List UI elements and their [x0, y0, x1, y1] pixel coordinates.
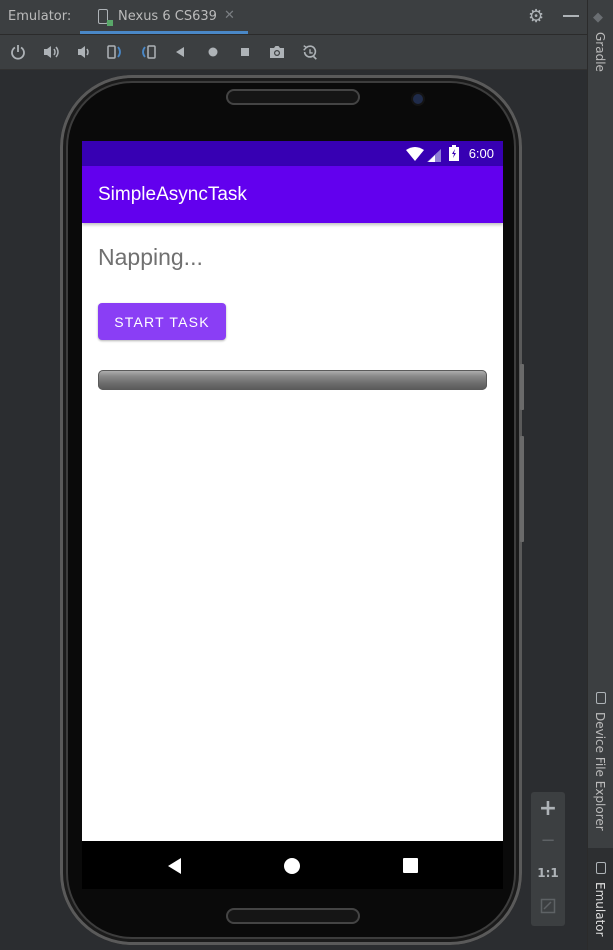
zoom-out-button[interactable]: − — [531, 830, 565, 851]
emulator-tab-bar: Emulator: Nexus 6 CS639 ✕ ⚙ — [0, 0, 587, 35]
emulator-side-tab[interactable]: Emulator — [588, 848, 613, 950]
progress-bar — [98, 370, 487, 390]
nav-recents-icon[interactable] — [403, 858, 418, 873]
task-status-text: Napping... — [98, 244, 203, 270]
tab-title: Nexus 6 CS639 — [118, 9, 217, 24]
volume-up-icon[interactable] — [42, 43, 60, 61]
zoom-controls: + − 1:1 — [531, 792, 565, 926]
status-bar: 6:00 — [82, 141, 503, 166]
status-time: 6:00 — [468, 146, 494, 161]
bottom-speaker — [226, 908, 360, 924]
app-title: SimpleAsyncTask — [98, 184, 247, 205]
emulator-label: Emulator: — [8, 9, 72, 24]
gear-icon[interactable]: ⚙ — [528, 6, 544, 27]
power-side-button — [520, 436, 524, 542]
emulator-label: Emulator — [593, 882, 607, 937]
snapshot-icon[interactable] — [301, 43, 319, 61]
gradle-elephant-icon: ◆ — [593, 10, 603, 25]
phone-screen: 6:00 SimpleAsyncTask Napping... START TA… — [82, 141, 503, 889]
active-tab-indicator — [80, 31, 248, 34]
battery-icon — [449, 145, 459, 165]
cell-signal-icon — [427, 147, 441, 166]
zoom-fit-icon[interactable] — [531, 898, 565, 918]
rotate-right-icon[interactable] — [139, 43, 157, 61]
nav-back-icon[interactable] — [168, 858, 181, 874]
rotate-left-icon[interactable] — [106, 43, 124, 61]
right-tool-window-strip: ◆ Gradle Device File Explorer Emulator — [587, 0, 613, 950]
front-camera — [413, 94, 423, 104]
power-icon[interactable] — [9, 43, 27, 61]
app-bar: SimpleAsyncTask — [82, 166, 503, 223]
zoom-actual-size-button[interactable]: 1:1 — [531, 866, 565, 880]
overview-icon[interactable] — [236, 43, 254, 61]
back-icon[interactable] — [171, 43, 189, 61]
top-speaker — [226, 89, 360, 105]
wifi-icon — [406, 146, 424, 165]
volume-down-icon[interactable] — [74, 43, 92, 61]
nav-home-icon[interactable] — [284, 858, 300, 874]
device-file-explorer-icon — [596, 692, 606, 704]
emulator-device-icon — [596, 862, 606, 874]
start-task-button[interactable]: START TASK — [98, 303, 226, 340]
volume-button — [520, 364, 524, 410]
emulator-toolbar — [0, 35, 587, 70]
gradle-label[interactable]: Gradle — [593, 32, 607, 72]
screenshot-icon[interactable] — [268, 43, 286, 61]
device-icon — [98, 9, 113, 26]
close-tab-icon[interactable]: ✕ — [224, 8, 235, 23]
tab-nexus-6[interactable]: Nexus 6 CS639 ✕ — [80, 0, 248, 34]
home-icon[interactable] — [204, 43, 222, 61]
device-file-explorer-label[interactable]: Device File Explorer — [593, 712, 607, 831]
minimize-icon[interactable] — [563, 15, 579, 17]
android-nav-bar — [82, 841, 503, 889]
zoom-in-button[interactable]: + — [531, 796, 565, 821]
